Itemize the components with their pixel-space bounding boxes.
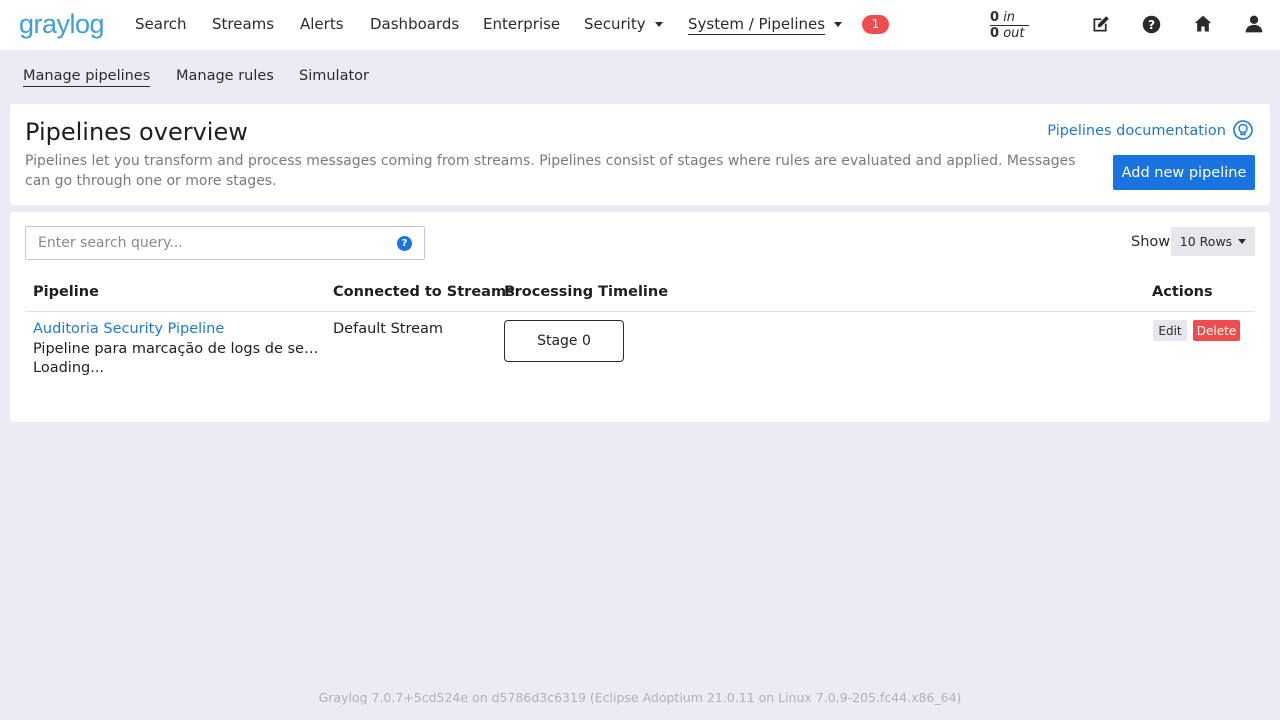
search-input[interactable]: [26, 227, 424, 259]
nav-system-label: System / Pipelines: [688, 15, 826, 35]
throughput-out: 0 out: [990, 26, 1025, 41]
show-label: Show: [1131, 234, 1171, 250]
notification-badge[interactable]: 1: [862, 15, 889, 34]
nav-system-dropdown[interactable]: System / Pipelines: [688, 15, 843, 35]
column-header-pipeline: Pipeline: [33, 284, 99, 300]
table-header-divider: [25, 311, 1255, 312]
user-icon[interactable]: [1243, 13, 1265, 35]
chevron-down-icon: [834, 22, 843, 27]
nav-dashboards[interactable]: Dashboards: [370, 15, 459, 33]
rows-per-page-select[interactable]: 10 Rows: [1171, 227, 1255, 256]
rows-per-page-value: 10 Rows: [1179, 234, 1233, 249]
search-box: ?: [25, 226, 425, 260]
subnav-simulator[interactable]: Simulator: [299, 68, 369, 84]
column-header-processing-timeline: Processing Timeline: [504, 284, 669, 300]
overview-panel: Pipelines overview Pipelines let you tra…: [10, 104, 1270, 205]
nav-streams[interactable]: Streams: [212, 15, 274, 33]
help-icon[interactable]: ?: [1140, 13, 1162, 35]
page-description: Pipelines let you transform and process …: [25, 153, 1076, 189]
connected-stream: Default Stream: [333, 321, 444, 337]
nav-alerts[interactable]: Alerts: [300, 15, 344, 33]
graylog-logo[interactable]: graylog: [19, 9, 105, 40]
nav-search[interactable]: Search: [135, 15, 187, 33]
edit-icon[interactable]: [1089, 13, 1111, 35]
stage-box[interactable]: Stage 0: [504, 320, 624, 362]
delete-button[interactable]: Delete: [1193, 320, 1240, 341]
pipelines-table-panel: ? Show 10 Rows Pipeline Connected to Str…: [10, 212, 1270, 422]
nav-enterprise[interactable]: Enterprise: [483, 15, 560, 33]
documentation-link[interactable]: Pipelines documentation: [1047, 123, 1226, 139]
chevron-down-icon: [1238, 239, 1247, 244]
subnav-manage-rules[interactable]: Manage rules: [176, 68, 274, 84]
top-navbar: graylog Search Streams Alerts Dashboards…: [0, 0, 1280, 50]
pipeline-description: Pipeline para marcação de logs de segura…: [33, 341, 319, 357]
throughput-in: 0 in: [990, 10, 1029, 26]
chevron-down-icon: [654, 22, 663, 27]
column-header-connected-streams: Connected to Streams: [333, 284, 515, 300]
throughput-indicator[interactable]: 0 in 0 out: [990, 10, 1029, 41]
nav-security-dropdown[interactable]: Security: [584, 15, 663, 33]
nav-security-label: Security: [584, 15, 646, 33]
column-header-actions: Actions: [1152, 284, 1213, 300]
lightbulb-icon[interactable]: [1233, 120, 1253, 140]
question-icon[interactable]: ?: [397, 236, 412, 251]
subnav-manage-pipelines[interactable]: Manage pipelines: [23, 68, 151, 87]
pipeline-name-link[interactable]: Auditoria Security Pipeline: [33, 321, 224, 337]
pipeline-status: Loading...: [33, 360, 105, 376]
home-icon[interactable]: [1192, 13, 1214, 35]
footer-version: Graylog 7.0.7+5cd524e on d5786d3c6319 (E…: [318, 690, 962, 705]
svg-text:?: ?: [1147, 17, 1154, 31]
edit-button[interactable]: Edit: [1153, 320, 1187, 341]
add-new-pipeline-button[interactable]: Add new pipeline: [1113, 155, 1255, 190]
page-title: Pipelines overview: [25, 118, 248, 146]
